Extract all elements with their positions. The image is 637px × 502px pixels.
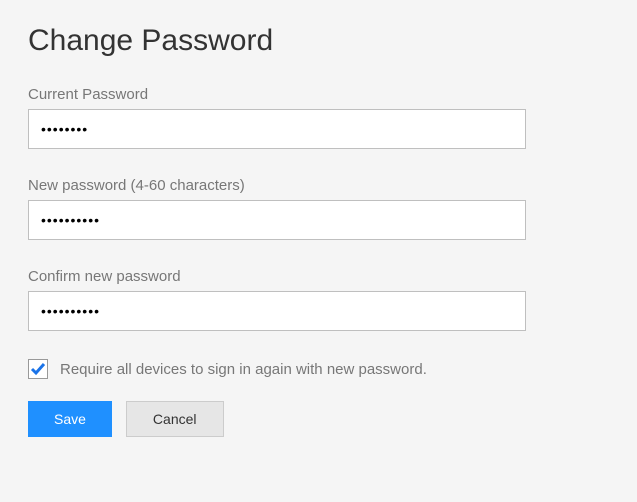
new-password-group: New password (4-60 characters) bbox=[28, 177, 609, 240]
require-signin-row: Require all devices to sign in again wit… bbox=[28, 359, 609, 379]
current-password-label: Current Password bbox=[28, 86, 609, 103]
save-button[interactable]: Save bbox=[28, 401, 112, 437]
confirm-password-group: Confirm new password bbox=[28, 268, 609, 331]
confirm-password-input[interactable] bbox=[28, 291, 526, 331]
current-password-input[interactable] bbox=[28, 109, 526, 149]
button-row: Save Cancel bbox=[28, 401, 609, 437]
new-password-label: New password (4-60 characters) bbox=[28, 177, 609, 194]
checkmark-icon bbox=[30, 361, 46, 377]
current-password-group: Current Password bbox=[28, 86, 609, 149]
cancel-button[interactable]: Cancel bbox=[126, 401, 224, 437]
require-signin-label: Require all devices to sign in again wit… bbox=[60, 361, 427, 378]
confirm-password-label: Confirm new password bbox=[28, 268, 609, 285]
page-title: Change Password bbox=[28, 24, 609, 58]
require-signin-checkbox[interactable] bbox=[28, 359, 48, 379]
new-password-input[interactable] bbox=[28, 200, 526, 240]
